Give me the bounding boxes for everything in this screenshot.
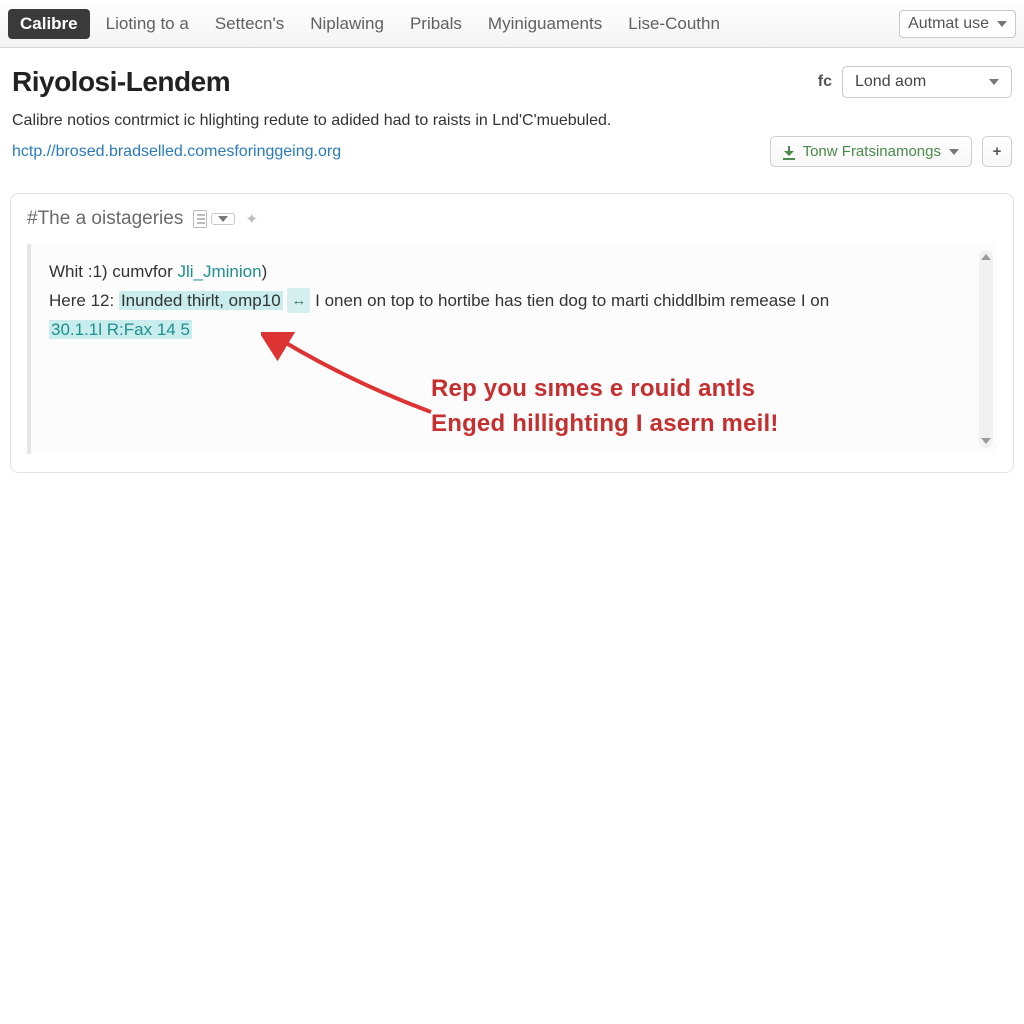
- download-button-label: Tonw Fratsinamongs: [803, 143, 941, 160]
- text-fragment: I onen on top to hortibe has tien dog to…: [315, 291, 829, 310]
- annotation-line-1: Rep you sımes e rouid antls: [431, 372, 779, 407]
- header-select[interactable]: Lond aom: [842, 66, 1012, 98]
- scroll-down-button[interactable]: [979, 434, 993, 448]
- header-select-value: Lond aom: [855, 73, 926, 91]
- nav-item-1[interactable]: Settecn's: [205, 8, 294, 40]
- header-right-label: fc: [818, 73, 832, 91]
- page-title: Riyolosi-Lendem: [12, 66, 230, 98]
- top-nav: Calibre Lioting to a Settecn's Niplawing…: [0, 0, 1024, 48]
- download-icon: [783, 146, 795, 158]
- grip-icon[interactable]: [193, 210, 207, 228]
- nav-item-0[interactable]: Lioting to a: [96, 8, 199, 40]
- annotation-line-2: Enged hillighting I asern meil!: [431, 407, 779, 442]
- nav-item-4[interactable]: Myiniguaments: [478, 8, 612, 40]
- chevron-down-icon: [997, 21, 1007, 27]
- link-fragment[interactable]: Jli_Jminion: [177, 262, 261, 281]
- chevron-down-icon: [949, 149, 959, 155]
- arrow-icon: [261, 332, 461, 452]
- content-box: Whit :1) cumvfor Jli_Jminion) Here 12: I…: [27, 244, 997, 454]
- text-fragment: Here 12:: [49, 291, 119, 310]
- chevron-up-icon: [981, 254, 991, 260]
- page-subtitle: Calibre notios contrmict ic hlighting re…: [12, 112, 1012, 130]
- download-button[interactable]: Tonw Fratsinamongs: [770, 136, 972, 167]
- content-line-3: 30.1.1l R:Fax 14 5: [49, 316, 979, 345]
- brand-badge[interactable]: Calibre: [8, 9, 90, 39]
- chevron-down-icon: [981, 438, 991, 444]
- nav-item-5[interactable]: Lise-Couthn: [618, 8, 730, 40]
- highlight-fragment: Inunded thirlt, omp10: [119, 291, 283, 310]
- nav-item-2[interactable]: Niplawing: [300, 8, 394, 40]
- content-line-2: Here 12: Inunded thirlt, omp10 ↔ I onen …: [49, 287, 979, 316]
- scrollbar-track[interactable]: [979, 250, 993, 448]
- panel-mini-dropdown[interactable]: [211, 213, 235, 225]
- sparkle-icon: ✦: [245, 210, 258, 228]
- source-url-link[interactable]: hctp.//brosed.bradselled.comesforinggein…: [12, 143, 341, 161]
- highlight-link-fragment[interactable]: 30.1.1l R:Fax 14 5: [49, 320, 192, 339]
- account-select-label: Autmat use: [908, 15, 989, 33]
- plus-icon: +: [993, 143, 1002, 160]
- text-fragment: ): [262, 262, 268, 281]
- annotation-text: Rep you sımes e rouid antls Enged hillig…: [431, 372, 779, 442]
- content-line-1: Whit :1) cumvfor Jli_Jminion): [49, 258, 979, 287]
- main-panel: #The a oistageries ✦ Whit :1) cumvfor Jl…: [10, 193, 1014, 473]
- panel-header: #The a oistageries ✦: [27, 208, 997, 230]
- add-button[interactable]: +: [982, 136, 1012, 167]
- chevron-down-icon: [989, 79, 999, 85]
- scroll-up-button[interactable]: [979, 250, 993, 264]
- nav-item-3[interactable]: Pribals: [400, 8, 472, 40]
- chevron-down-icon: [218, 216, 228, 222]
- page-header: Riyolosi-Lendem fc Lond aom Calibre noti…: [0, 48, 1024, 177]
- account-select[interactable]: Autmat use: [899, 10, 1016, 38]
- tag-badge: ↔: [287, 288, 310, 314]
- panel-title: #The a oistageries: [27, 208, 183, 230]
- text-fragment: Whit :1) cumvfor: [49, 262, 177, 281]
